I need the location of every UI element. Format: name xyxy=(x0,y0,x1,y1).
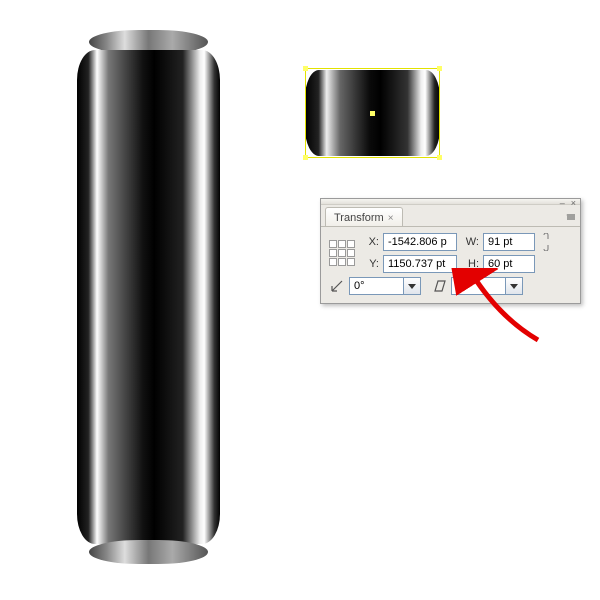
shear-dropdown-button[interactable] xyxy=(505,277,523,295)
cylinder-body xyxy=(77,50,220,544)
tab-label: Transform xyxy=(334,212,384,224)
w-input[interactable]: 91 pt xyxy=(483,233,535,251)
h-input[interactable]: 60 pt xyxy=(483,255,535,273)
constrain-proportions-icon[interactable] xyxy=(539,233,553,251)
shear-combo[interactable]: 0° xyxy=(451,277,523,295)
rotate-input[interactable]: 0° xyxy=(349,277,403,295)
panel-flyout-menu-icon[interactable] xyxy=(562,208,580,226)
panel-collapse-icon[interactable]: – xyxy=(560,198,565,208)
y-label: Y: xyxy=(361,258,379,270)
shear-icon xyxy=(431,278,447,294)
transform-panel: – × Transform × X: -1542.806 p W: xyxy=(320,198,581,304)
x-input[interactable]: -1542.806 p xyxy=(383,233,457,251)
selected-object[interactable] xyxy=(305,68,440,158)
selection-handle-bottom-right[interactable] xyxy=(437,155,442,160)
h-label: H: xyxy=(461,258,479,270)
selection-handle-bottom-left[interactable] xyxy=(303,155,308,160)
selection-handle-top-left[interactable] xyxy=(303,66,308,71)
rotate-combo[interactable]: 0° xyxy=(349,277,421,295)
cylinder-large xyxy=(77,40,220,554)
selection-handle-top-right[interactable] xyxy=(437,66,442,71)
panel-close-icon[interactable]: × xyxy=(571,198,576,208)
y-input[interactable]: 1150.737 pt xyxy=(383,255,457,273)
w-label: W: xyxy=(461,236,479,248)
rotate-dropdown-button[interactable] xyxy=(403,277,421,295)
reference-point-grid[interactable] xyxy=(329,240,355,266)
panel-tabbar: Transform × xyxy=(321,205,580,227)
x-label: X: xyxy=(361,236,379,248)
panel-body: X: -1542.806 p W: 91 pt Y: 1150.737 pt H… xyxy=(321,227,580,303)
tab-close-icon[interactable]: × xyxy=(388,213,394,224)
selection-center-point[interactable] xyxy=(370,111,375,116)
panel-titlebar[interactable]: – × xyxy=(321,199,580,205)
rotate-icon xyxy=(329,278,345,294)
tab-transform[interactable]: Transform × xyxy=(325,207,403,226)
cylinder-cap-bottom xyxy=(89,540,208,564)
shear-input[interactable]: 0° xyxy=(451,277,505,295)
